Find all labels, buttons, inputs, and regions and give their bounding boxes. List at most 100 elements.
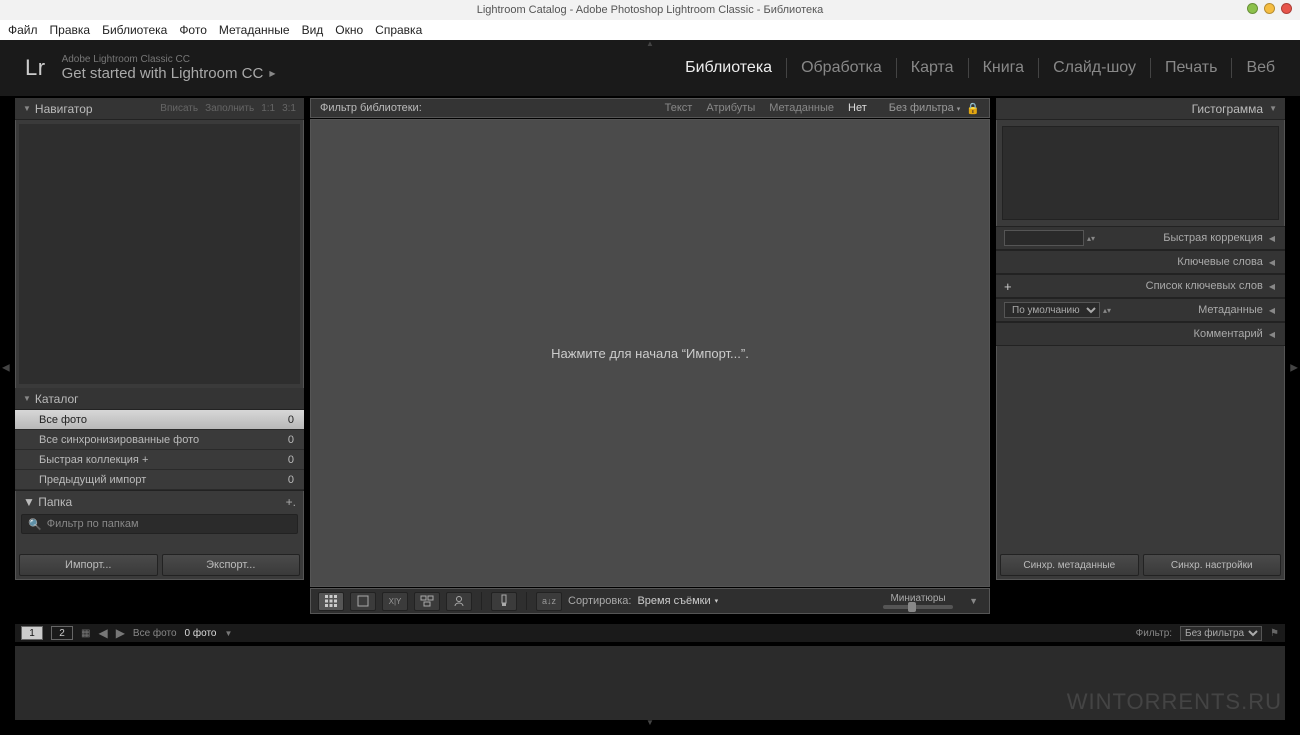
watermark: WINTORRENTS.RU <box>1067 689 1282 715</box>
window-title: Lightroom Catalog - Adobe Photoshop Ligh… <box>477 4 824 16</box>
right-panel-2[interactable]: +Список ключевых слов◀ <box>996 274 1285 298</box>
filter-tab-Атрибуты[interactable]: Атрибуты <box>706 102 755 114</box>
identity-plate-row: Lr Adobe Lightroom Classic CC Get starte… <box>0 40 1300 97</box>
flag-filter-icon[interactable]: ⚑ <box>1270 628 1279 639</box>
window-titlebar: Lightroom Catalog - Adobe Photoshop Ligh… <box>0 0 1300 20</box>
collapse-top-icon[interactable]: ▲ <box>646 40 654 48</box>
menu-bar: Файл Правка Библиотека Фото Метаданные Вид Окн… <box>0 20 1300 40</box>
minimize-icon[interactable] <box>1247 3 1258 14</box>
left-panel: ▼ Навигатор Вписать Заполнить 1:1 3:1 ▼ Кат… <box>14 97 305 581</box>
chevron-right-icon: ▶ <box>269 69 275 78</box>
catalog-header[interactable]: ▼ Каталог <box>15 388 304 410</box>
menu-вид[interactable]: Вид <box>302 23 324 37</box>
histogram-display[interactable] <box>1002 126 1279 220</box>
identity-line2[interactable]: Get started with Lightroom CC▶ <box>62 65 276 82</box>
thumbnail-size-control: Миниатюры <box>883 593 953 609</box>
zoom-3:1[interactable]: 3:1 <box>282 103 296 114</box>
people-view-button[interactable] <box>446 592 472 611</box>
lock-icon[interactable]: 🔒 <box>966 102 980 115</box>
thumbnail-slider[interactable] <box>883 605 953 609</box>
monitor-2-button[interactable]: 2 <box>51 626 73 640</box>
module-tab-1[interactable]: Обработка <box>801 59 882 77</box>
catalog-item-0[interactable]: Все фото0 <box>15 410 304 430</box>
quick-dev-field[interactable] <box>1004 230 1084 246</box>
center-panel: Фильтр библиотеки: Текст Атрибуты Метаданн… <box>309 97 991 615</box>
chevron-down-icon: ▼ <box>23 394 31 403</box>
histogram-header[interactable]: Гистограмма ▼ <box>996 98 1285 120</box>
right-panel-0[interactable]: ▴▾Быстрая коррекция◀ <box>996 226 1285 250</box>
catalog-title: Каталог <box>35 392 79 406</box>
app-logo: Lr <box>25 55 46 81</box>
module-tab-2[interactable]: Карта <box>911 59 954 77</box>
collapse-left-icon[interactable]: ◀ <box>2 362 10 373</box>
menu-правка[interactable]: Правка <box>50 23 91 37</box>
zoom-1:1[interactable]: 1:1 <box>261 103 275 114</box>
module-tab-0[interactable]: Библиотека <box>685 59 772 77</box>
right-panel-4[interactable]: Комментарий◀ <box>996 322 1285 346</box>
chevron-left-icon: ◀ <box>1269 282 1275 291</box>
source-label[interactable]: Все фото <box>133 628 177 639</box>
export-button[interactable]: Экспорт... <box>162 554 301 576</box>
module-tab-5[interactable]: Печать <box>1165 59 1217 77</box>
compare-view-button[interactable]: X|Y <box>382 592 408 611</box>
menu-окно[interactable]: Окно <box>335 23 363 37</box>
filter-tab-Текст[interactable]: Текст <box>665 102 693 114</box>
add-folder-icon[interactable]: +. <box>286 495 296 509</box>
plus-icon[interactable]: + <box>1004 279 1012 294</box>
search-icon: 🔍 <box>28 518 42 531</box>
source-menu-icon[interactable]: ▼ <box>224 629 232 638</box>
menu-файл[interactable]: Файл <box>8 23 38 37</box>
right-panel-list: ▴▾Быстрая коррекция◀Ключевые слова◀+Спис… <box>996 226 1285 346</box>
module-tab-3[interactable]: Книга <box>983 59 1024 77</box>
filter-tab-Метаданные[interactable]: Метаданные <box>769 102 834 114</box>
survey-view-button[interactable] <box>414 592 440 611</box>
grid-view-button[interactable] <box>318 592 344 611</box>
histogram-title: Гистограмма <box>1192 102 1263 116</box>
sync-metadata-button[interactable]: Синхр. метаданные <box>1000 554 1139 576</box>
collapse-bottom-icon[interactable]: ▼ <box>646 719 654 727</box>
catalog-item-3[interactable]: Предыдущий импорт0 <box>15 470 304 490</box>
chevron-down-icon: ▼ <box>23 495 35 509</box>
module-tab-4[interactable]: Слайд-шоу <box>1053 59 1136 77</box>
module-tab-6[interactable]: Веб <box>1246 59 1275 77</box>
filmstrip-header: 1 2 ▦ ◀ ▶ Все фото 0 фото ▼ Фильтр: Без … <box>14 623 1286 643</box>
menu-библиотека[interactable]: Библиотека <box>102 23 167 37</box>
folders-header[interactable]: ▼ Папка +. <box>15 490 304 512</box>
catalog-item-1[interactable]: Все синхронизированные фото0 <box>15 430 304 450</box>
loupe-view-button[interactable] <box>350 592 376 611</box>
zoom-Заполнить[interactable]: Заполнить <box>205 103 254 114</box>
navigator-title: Навигатор <box>35 102 93 116</box>
metadata-preset-select[interactable]: По умолчанию <box>1004 302 1100 318</box>
grid-icon[interactable]: ▦ <box>81 628 90 639</box>
zoom-Вписать[interactable]: Вписать <box>160 103 198 114</box>
catalog-item-2[interactable]: Быстрая коллекция +0 <box>15 450 304 470</box>
chevron-left-icon: ◀ <box>1269 306 1275 315</box>
navigator-preview[interactable] <box>19 124 300 384</box>
painter-tool-button[interactable] <box>491 592 517 611</box>
menu-справка[interactable]: Справка <box>375 23 422 37</box>
folders-title: Папка <box>38 495 72 509</box>
folder-filter-input[interactable]: 🔍 Фильтр по папкам <box>21 514 298 534</box>
filter-preset-dropdown[interactable]: Без фильтра ▾ <box>889 102 961 114</box>
nav-back-icon[interactable]: ◀ <box>98 626 107 640</box>
nav-forward-icon[interactable]: ▶ <box>116 626 125 640</box>
menu-фото[interactable]: Фото <box>179 23 207 37</box>
filter-tab-Нет[interactable]: Нет <box>848 102 867 114</box>
monitor-1-button[interactable]: 1 <box>21 626 43 640</box>
sort-direction-button[interactable]: a↓z <box>536 592 562 611</box>
image-grid[interactable]: Нажмите для начала “Импорт...”. <box>309 119 991 588</box>
filter-label: Фильтр библиотеки: <box>320 102 422 114</box>
import-button[interactable]: Импорт... <box>19 554 158 576</box>
sort-field-dropdown[interactable]: Время съёмки▾ <box>637 595 718 607</box>
right-panel-1[interactable]: Ключевые слова◀ <box>996 250 1285 274</box>
toolbar-menu-icon[interactable]: ▼ <box>965 596 982 606</box>
collapse-right-icon[interactable]: ▶ <box>1290 362 1298 373</box>
navigator-header[interactable]: ▼ Навигатор ВписатьЗаполнить1:13:1 <box>15 98 304 120</box>
filmstrip-filter-dropdown[interactable]: Без фильтра <box>1180 626 1262 641</box>
menu-метаданные[interactable]: Метаданные <box>219 23 290 37</box>
chevron-left-icon: ◀ <box>1269 258 1275 267</box>
close-icon[interactable] <box>1281 3 1292 14</box>
sync-settings-button[interactable]: Синхр. настройки <box>1143 554 1282 576</box>
right-panel-3[interactable]: По умолчанию▴▾Метаданные◀ <box>996 298 1285 322</box>
maximize-icon[interactable] <box>1264 3 1275 14</box>
